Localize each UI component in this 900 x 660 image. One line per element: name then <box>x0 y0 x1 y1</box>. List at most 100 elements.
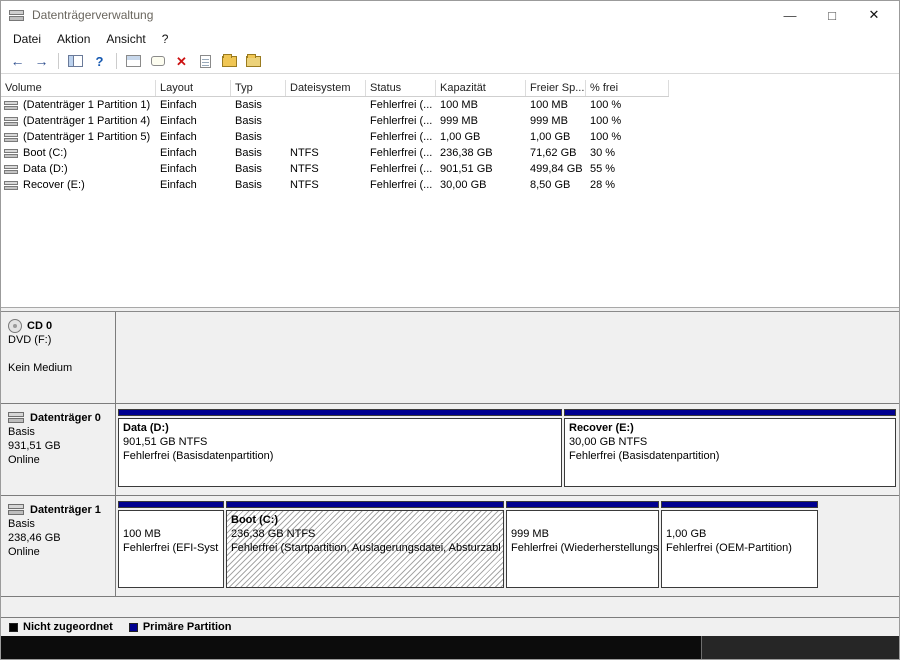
disk0-info-panel[interactable]: Datenträger 0 Basis 931,51 GB Online <box>1 404 116 495</box>
maximize-button[interactable]: □ <box>811 2 853 28</box>
partition-color-bar <box>506 501 659 508</box>
disk0-name: Datenträger 0 <box>30 412 101 424</box>
app-icon <box>9 8 25 22</box>
partition-name <box>123 513 223 527</box>
cell-status: Fehlerfrei (... <box>366 131 436 143</box>
cell-typ: Basis <box>231 131 286 143</box>
partition-efi[interactable]: 100 MB Fehlerfrei (EFI-Syst <box>118 501 224 588</box>
partition-oem[interactable]: 1,00 GB Fehlerfrei (OEM-Partition) <box>661 501 818 588</box>
partition-color-bar <box>118 501 224 508</box>
partition-boot-c[interactable]: Boot (C:) 236,38 GB NTFS Fehlerfrei (Sta… <box>226 501 504 588</box>
disk1-status: Online <box>8 545 109 559</box>
disk-icon <box>8 503 25 516</box>
cell-status: Fehlerfrei (... <box>366 99 436 111</box>
graphical-view-pane: CD 0 DVD (F:) Kein Medium Datenträger 0 … <box>1 312 899 636</box>
column-header-kapazitaet[interactable]: Kapazität <box>436 80 526 96</box>
title-bar: Datenträgerverwaltung — □ ✕ <box>1 1 899 29</box>
table-row[interactable]: Recover (E:) Einfach Basis NTFS Fehlerfr… <box>1 177 899 193</box>
legend-label: Primäre Partition <box>143 621 232 633</box>
cell-kapazitaet: 1,00 GB <box>436 131 526 143</box>
cell-typ: Basis <box>231 163 286 175</box>
disk1-info-panel[interactable]: Datenträger 1 Basis 238,46 GB Online <box>1 496 116 596</box>
cd-info-panel[interactable]: CD 0 DVD (F:) Kein Medium <box>1 312 116 403</box>
cell-kapazitaet: 901,51 GB <box>436 163 526 175</box>
action-pane-icon[interactable] <box>123 51 144 71</box>
cell-prozent: 100 % <box>586 131 669 143</box>
menu-hilfe[interactable]: ? <box>154 30 177 48</box>
empty-area <box>1 597 899 617</box>
cell-kapazitaet: 999 MB <box>436 115 526 127</box>
cell-prozent: 28 % <box>586 179 669 191</box>
minimize-button[interactable]: — <box>769 2 811 28</box>
partition-name: Boot (C:) <box>231 513 503 527</box>
cell-typ: Basis <box>231 99 286 111</box>
bottom-strip-right-segment <box>701 636 899 659</box>
cd-drive-icon <box>8 319 22 333</box>
menu-datei[interactable]: Datei <box>5 30 49 48</box>
menu-bar: Datei Aktion Ansicht ? <box>1 29 899 49</box>
disk1-size: 238,46 GB <box>8 531 109 545</box>
close-button[interactable]: ✕ <box>853 2 895 28</box>
volume-icon <box>4 180 19 191</box>
properties-icon[interactable] <box>195 51 216 71</box>
cell-kapazitaet: 100 MB <box>436 99 526 111</box>
forward-icon[interactable]: → <box>31 51 52 71</box>
table-row[interactable]: Data (D:) Einfach Basis NTFS Fehlerfrei … <box>1 161 899 177</box>
partition-status: Fehlerfrei (EFI-Syst <box>123 541 223 555</box>
column-header-prozent-frei[interactable]: % frei <box>586 80 669 96</box>
cell-kapazitaet: 30,00 GB <box>436 179 526 191</box>
cell-frei: 1,00 GB <box>526 131 586 143</box>
unallocated-color-swatch <box>9 623 18 632</box>
column-header-typ[interactable]: Typ <box>231 80 286 96</box>
cell-prozent: 55 % <box>586 163 669 175</box>
volume-icon <box>4 116 19 127</box>
selected-partition-body: Boot (C:) 236,38 GB NTFS Fehlerfrei (Sta… <box>226 510 504 588</box>
partition-color-bar <box>564 409 896 416</box>
partition-status: Fehlerfrei (Wiederherstellungs <box>511 541 658 555</box>
cell-status: Fehlerfrei (... <box>366 163 436 175</box>
partition-size: 1,00 GB <box>666 527 817 541</box>
attributes-icon[interactable] <box>243 51 264 71</box>
volume-name: Recover (E:) <box>23 179 85 191</box>
partition-size: 901,51 GB NTFS <box>123 435 561 449</box>
menu-aktion[interactable]: Aktion <box>49 30 98 48</box>
column-header-freier-speicher[interactable]: Freier Sp... <box>526 80 586 96</box>
delete-volume-icon[interactable]: ✕ <box>171 51 192 71</box>
cell-typ: Basis <box>231 179 286 191</box>
partition-data-d[interactable]: Data (D:) 901,51 GB NTFS Fehlerfrei (Bas… <box>118 409 562 487</box>
menu-ansicht[interactable]: Ansicht <box>98 30 153 48</box>
column-header-status[interactable]: Status <box>366 80 436 96</box>
cell-frei: 71,62 GB <box>526 147 586 159</box>
toolbar-separator <box>58 53 59 69</box>
back-icon[interactable]: ← <box>7 51 28 71</box>
cell-kapazitaet: 236,38 GB <box>436 147 526 159</box>
volume-name: (Datenträger 1 Partition 4) <box>23 115 150 127</box>
cell-layout: Einfach <box>156 163 231 175</box>
partition-status: Fehlerfrei (Basisdatenpartition) <box>569 449 895 463</box>
help-icon[interactable]: ? <box>89 51 110 71</box>
cd-device: DVD (F:) <box>8 333 109 347</box>
table-row[interactable]: Boot (C:) Einfach Basis NTFS Fehlerfrei … <box>1 145 899 161</box>
table-row[interactable]: (Datenträger 1 Partition 4) Einfach Basi… <box>1 113 899 129</box>
partition-recover-e[interactable]: Recover (E:) 30,00 GB NTFS Fehlerfrei (B… <box>564 409 896 487</box>
console-tree-icon[interactable] <box>65 51 86 71</box>
legend-label: Nicht zugeordnet <box>23 621 113 633</box>
column-header-layout[interactable]: Layout <box>156 80 231 96</box>
cell-layout: Einfach <box>156 99 231 111</box>
explore-icon[interactable] <box>219 51 240 71</box>
cell-layout: Einfach <box>156 179 231 191</box>
table-row[interactable]: (Datenträger 1 Partition 5) Einfach Basi… <box>1 129 899 145</box>
column-header-dateisystem[interactable]: Dateisystem <box>286 80 366 96</box>
cell-layout: Einfach <box>156 115 231 127</box>
partition-name: Recover (E:) <box>569 421 895 435</box>
table-row[interactable]: (Datenträger 1 Partition 1) Einfach Basi… <box>1 97 899 113</box>
partition-size: 30,00 GB NTFS <box>569 435 895 449</box>
partition-recovery[interactable]: 999 MB Fehlerfrei (Wiederherstellungs <box>506 501 659 588</box>
disk0-size: 931,51 GB <box>8 439 109 453</box>
toolbar-separator <box>116 53 117 69</box>
partition-name: Data (D:) <box>123 421 561 435</box>
dialog-icon[interactable] <box>147 51 168 71</box>
column-header-volume[interactable]: Volume <box>1 80 156 96</box>
volume-list-pane: Volume Layout Typ Dateisystem Status Kap… <box>1 74 899 307</box>
partition-name <box>666 513 817 527</box>
